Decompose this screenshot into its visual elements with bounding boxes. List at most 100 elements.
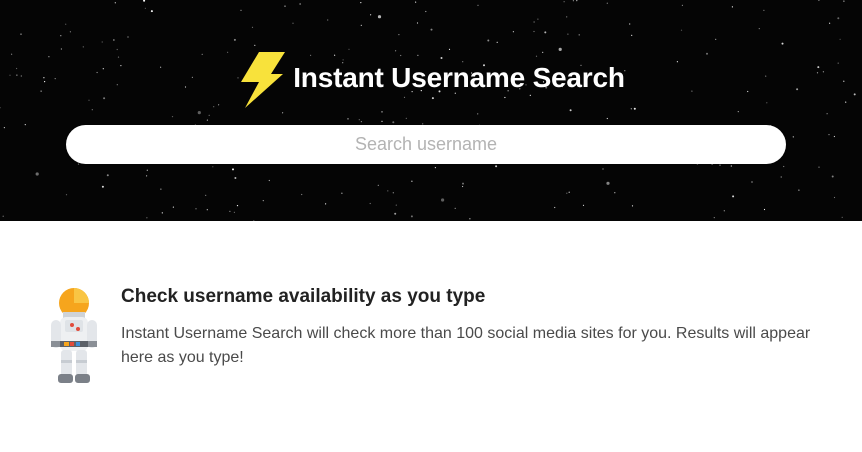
- star: [405, 117, 407, 119]
- star: [114, 2, 116, 4]
- star: [732, 195, 735, 198]
- star: [833, 196, 836, 199]
- star: [715, 38, 717, 41]
- star: [831, 175, 834, 178]
- star: [146, 169, 148, 171]
- star: [292, 22, 294, 24]
- star: [229, 210, 231, 212]
- star: [299, 3, 301, 5]
- star: [411, 180, 413, 182]
- star: [602, 168, 604, 170]
- star: [763, 9, 765, 11]
- star: [568, 191, 570, 193]
- star: [360, 1, 362, 4]
- star: [150, 10, 153, 13]
- intro-heading: Check username availability as you type: [121, 286, 486, 307]
- star: [578, 34, 580, 36]
- star: [195, 208, 197, 210]
- star: [631, 205, 634, 207]
- star: [681, 4, 684, 6]
- star: [833, 135, 836, 138]
- star: [713, 217, 715, 219]
- search-input[interactable]: [66, 125, 786, 164]
- star: [723, 210, 725, 212]
- star: [377, 184, 379, 186]
- star: [360, 24, 362, 26]
- star: [65, 194, 68, 196]
- star: [101, 185, 104, 188]
- star: [462, 182, 464, 185]
- star: [566, 192, 568, 194]
- star: [533, 21, 535, 23]
- lightning-bolt-icon: [241, 52, 286, 108]
- star: [737, 111, 739, 113]
- star: [143, 0, 146, 2]
- star: [171, 116, 174, 118]
- star: [381, 111, 383, 113]
- star: [758, 28, 760, 30]
- star: [430, 28, 433, 31]
- star: [415, 1, 417, 3]
- star: [392, 192, 394, 194]
- star: [35, 172, 39, 176]
- star: [751, 181, 753, 183]
- star: [780, 176, 782, 178]
- star: [327, 19, 329, 21]
- brand: Instant Username Search: [0, 46, 862, 110]
- star: [576, 0, 578, 2]
- star: [798, 189, 800, 191]
- intro-section: Check username availability as you type …: [48, 286, 838, 388]
- star: [24, 124, 26, 126]
- star: [205, 194, 207, 196]
- star: [469, 218, 471, 220]
- star: [730, 165, 732, 167]
- star: [719, 164, 721, 166]
- starfield-background: [0, 0, 856, 221]
- star: [370, 14, 372, 16]
- star: [398, 34, 400, 36]
- star: [369, 202, 371, 205]
- star: [783, 165, 785, 168]
- star: [544, 31, 547, 34]
- star: [233, 211, 235, 213]
- star: [606, 181, 610, 185]
- star: [792, 136, 794, 138]
- star: [462, 185, 464, 188]
- star: [60, 35, 62, 37]
- star: [65, 23, 67, 25]
- star: [360, 121, 362, 123]
- star: [434, 167, 436, 169]
- star: [240, 9, 242, 11]
- star: [106, 174, 109, 177]
- star: [206, 209, 208, 211]
- star: [829, 22, 831, 24]
- star: [146, 217, 148, 219]
- star: [837, 17, 840, 20]
- page-title: Instant Username Search: [293, 62, 625, 93]
- star: [554, 206, 556, 209]
- star: [731, 6, 734, 8]
- star: [477, 4, 479, 6]
- star: [347, 118, 349, 120]
- star: [268, 179, 270, 182]
- star: [69, 31, 71, 33]
- star: [606, 117, 608, 120]
- star: [282, 112, 284, 114]
- star: [127, 36, 129, 38]
- star: [680, 29, 683, 31]
- star: [606, 2, 608, 4]
- star: [392, 121, 395, 124]
- star: [843, 0, 845, 2]
- star: [325, 203, 327, 205]
- star: [629, 23, 631, 25]
- star: [160, 188, 162, 190]
- star: [262, 200, 264, 202]
- star: [377, 15, 382, 19]
- star: [572, 0, 575, 2]
- star: [818, 0, 820, 1]
- star: [113, 39, 115, 41]
- star: [301, 193, 303, 196]
- star: [567, 33, 569, 35]
- star: [197, 111, 201, 115]
- star: [487, 39, 490, 42]
